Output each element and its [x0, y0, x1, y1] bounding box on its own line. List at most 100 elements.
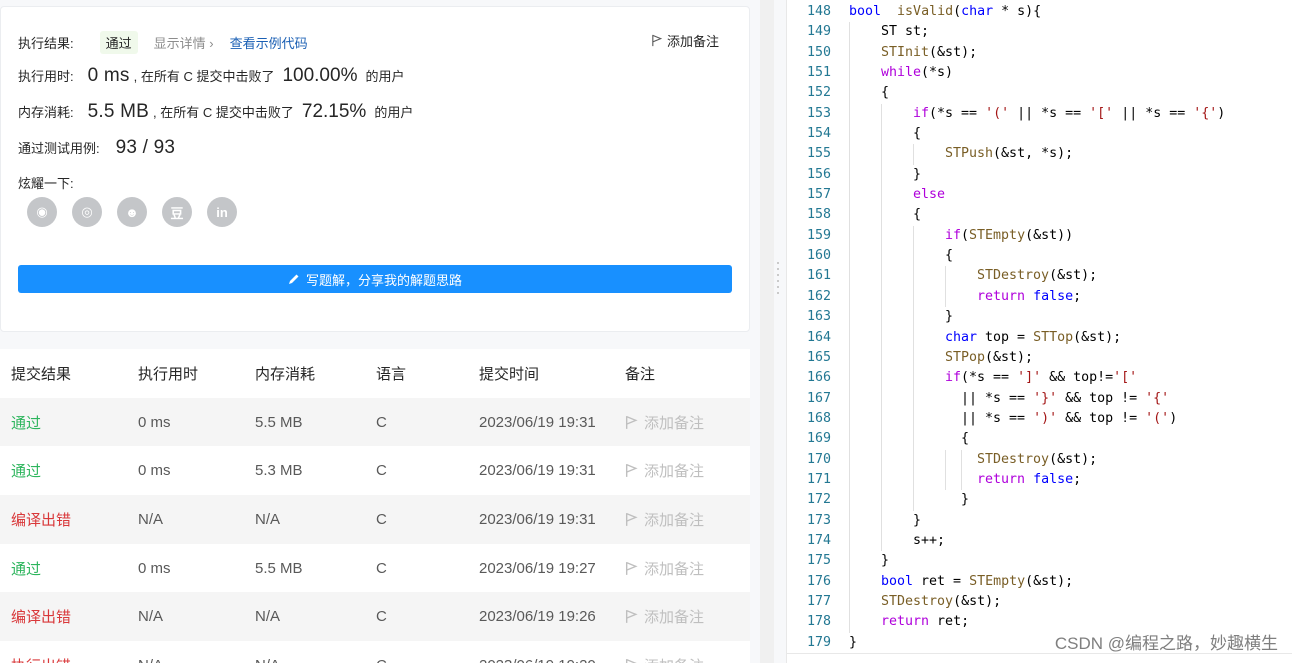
indent-guide — [849, 347, 850, 369]
code-line[interactable]: 176 bool ret = STEmpty(&st); — [787, 571, 1292, 592]
table-row[interactable]: 编译出错 N/A N/A C 2023/06/19 19:26 添加备注 — [0, 592, 750, 642]
indent-guide — [849, 124, 850, 145]
row-status[interactable]: 通过 — [0, 412, 138, 433]
indent-guide — [913, 388, 914, 409]
code-text: char top = STTop(&st); — [945, 328, 1121, 348]
code-line[interactable]: 163} — [787, 307, 1292, 328]
indent-guide — [849, 530, 850, 552]
code-line[interactable]: 149 ST st; — [787, 22, 1292, 43]
code-line[interactable]: 164 char top = STTop(&st); — [787, 327, 1292, 348]
row-runtime: 0 ms — [138, 462, 171, 480]
line-number: 165 — [806, 349, 831, 365]
pencil-icon — [288, 274, 299, 284]
code-line[interactable]: 154 { — [787, 124, 1292, 145]
row-status[interactable]: 执行出错 — [0, 655, 138, 663]
code-token: ST st; — [881, 24, 930, 40]
code-line[interactable]: 165 STPop(&st); — [787, 347, 1292, 369]
indent-guide — [881, 429, 882, 450]
code-line[interactable]: 152 { — [787, 83, 1292, 104]
code-lines[interactable]: 148 bool isValid(char * s){149 ST st; 150 ST… — [787, 2, 1292, 653]
wechat-icon[interactable]: ◉ — [27, 197, 57, 227]
code-token: char — [945, 329, 978, 345]
code-line[interactable]: 159 if(STEmpty(&st)) — [787, 225, 1292, 247]
indent-guide — [881, 124, 882, 145]
row-add-note-button[interactable]: 添加备注 — [625, 606, 750, 627]
show-details-link[interactable]: 显示详情 › — [154, 33, 214, 52]
code-text: STPush(&st, *s); — [945, 144, 1073, 164]
code-text: STDestroy(&st); — [977, 266, 1097, 286]
code-token: } — [849, 634, 858, 650]
code-line[interactable]: 158 { — [787, 205, 1292, 226]
qq-icon[interactable]: ☻ — [117, 197, 147, 227]
code-line[interactable]: 160 { — [787, 246, 1292, 267]
indent-guide — [849, 205, 850, 226]
table-row[interactable]: 通过 0 ms 5.3 MB C 2023/06/19 19:31 添加备注 — [0, 446, 750, 496]
row-status[interactable]: 通过 — [0, 460, 138, 481]
code-line[interactable]: 167 || *s == '}' && top != '{' — [787, 388, 1292, 409]
add-note-button[interactable]: 添加备注 — [651, 31, 719, 50]
code-line[interactable]: 169 { — [787, 429, 1292, 450]
code-line[interactable]: 151 while(*s) — [787, 63, 1292, 84]
code-line[interactable]: 166 if(*s == ']' && top!='[' — [787, 368, 1292, 389]
code-line[interactable]: 155 STPush(&st, *s); — [787, 144, 1292, 165]
row-runtime: 0 ms — [138, 559, 171, 577]
line-number: 178 — [806, 614, 831, 630]
code-line[interactable]: 177 STDestroy(&st); — [787, 591, 1292, 613]
table-row[interactable]: 通过 0 ms 5.5 MB C 2023/06/19 19:27 添加备注 — [0, 543, 750, 593]
code-line[interactable]: 153 if(*s == '(' || *s == '[' || *s == '{… — [787, 103, 1292, 125]
table-row[interactable]: 通过 0 ms 5.5 MB C 2023/06/19 19:31 添加备注 — [0, 397, 750, 447]
line-number: 152 — [806, 85, 831, 101]
code-line[interactable]: 174 s++; — [787, 530, 1292, 552]
row-status[interactable]: 通过 — [0, 558, 138, 579]
row-add-note-button[interactable]: 添加备注 — [625, 460, 750, 481]
row-add-note-button[interactable]: 添加备注 — [625, 558, 750, 579]
code-line[interactable]: 156} — [787, 164, 1292, 186]
code-text: else — [913, 185, 945, 205]
code-token: && top != — [1057, 410, 1146, 426]
code-line[interactable]: 171 return false; — [787, 469, 1292, 491]
code-line[interactable]: 175} — [787, 551, 1292, 572]
indent-guide — [881, 490, 882, 511]
indent-guide — [913, 225, 914, 247]
code-line[interactable]: 161 STDestroy(&st); — [787, 266, 1292, 287]
table-row[interactable]: 执行出错N/AN/AC2023/06/19 19:20添加备注 — [0, 641, 750, 663]
table-row[interactable]: 编译出错 N/A N/A C 2023/06/19 19:31 添加备注 — [0, 495, 750, 544]
code-text: { — [881, 83, 889, 103]
code-token: '(' — [1145, 410, 1170, 426]
code-line[interactable]: 173} — [787, 510, 1292, 531]
line-number: 179 — [806, 634, 831, 650]
row-status[interactable]: 编译出错 — [0, 509, 138, 530]
code-token: (&st); — [929, 44, 978, 60]
submission-panel: 执行结果: 通过 显示详情 › 查看示例代码 添加备注 执行用时: 0 ms ,… — [0, 0, 760, 663]
weibo-icon[interactable]: ◎ — [72, 197, 102, 227]
row-add-note-button[interactable]: 添加备注 — [625, 509, 750, 530]
write-solution-button[interactable]: 写题解，分享我的解题思路 — [18, 265, 732, 293]
code-line[interactable]: 168 || *s == ')' && top != '(') — [787, 408, 1292, 430]
drag-handle-icon[interactable] — [777, 262, 779, 294]
code-line[interactable]: 170 STDestroy(&st); — [787, 449, 1292, 470]
row-add-note-button[interactable]: 添加备注 — [625, 412, 750, 433]
row-status[interactable]: 编译出错 — [0, 606, 138, 627]
row-language: C — [376, 608, 387, 626]
pane-splitter[interactable] — [760, 0, 774, 663]
code-token: || *s == — [961, 390, 1034, 406]
code-line[interactable]: 150 STInit(&st); — [787, 42, 1292, 64]
view-example-code-link[interactable]: 查看示例代码 — [230, 33, 308, 52]
code-token: top = — [977, 329, 1034, 345]
row-memory: N/A — [255, 510, 281, 528]
code-line[interactable]: 148 bool isValid(char * s){ — [787, 2, 1292, 22]
code-line[interactable]: 162 return false; — [787, 286, 1292, 308]
code-token: (&st); — [1025, 573, 1074, 589]
linkedin-icon[interactable]: in — [207, 197, 237, 227]
line-number: 148 — [806, 4, 831, 19]
code-token: STTop — [1033, 329, 1074, 345]
code-line[interactable]: 157 else — [787, 185, 1292, 206]
douban-icon[interactable]: 豆 — [162, 197, 192, 227]
submissions-table: 提交结果 执行用时 内存消耗 语言 提交时间 备注 通过 0 ms 5.5 MB C 2… — [0, 349, 750, 663]
code-editor[interactable]: 148 bool isValid(char * s){149 ST st; 150 ST… — [786, 0, 1292, 663]
row-add-note-button[interactable]: 添加备注 — [625, 655, 750, 663]
row-language: C — [376, 510, 387, 528]
code-line[interactable]: 172} — [787, 490, 1292, 511]
tests-value: 93 / 93 — [115, 137, 176, 158]
header-note: 备注 — [625, 365, 656, 383]
